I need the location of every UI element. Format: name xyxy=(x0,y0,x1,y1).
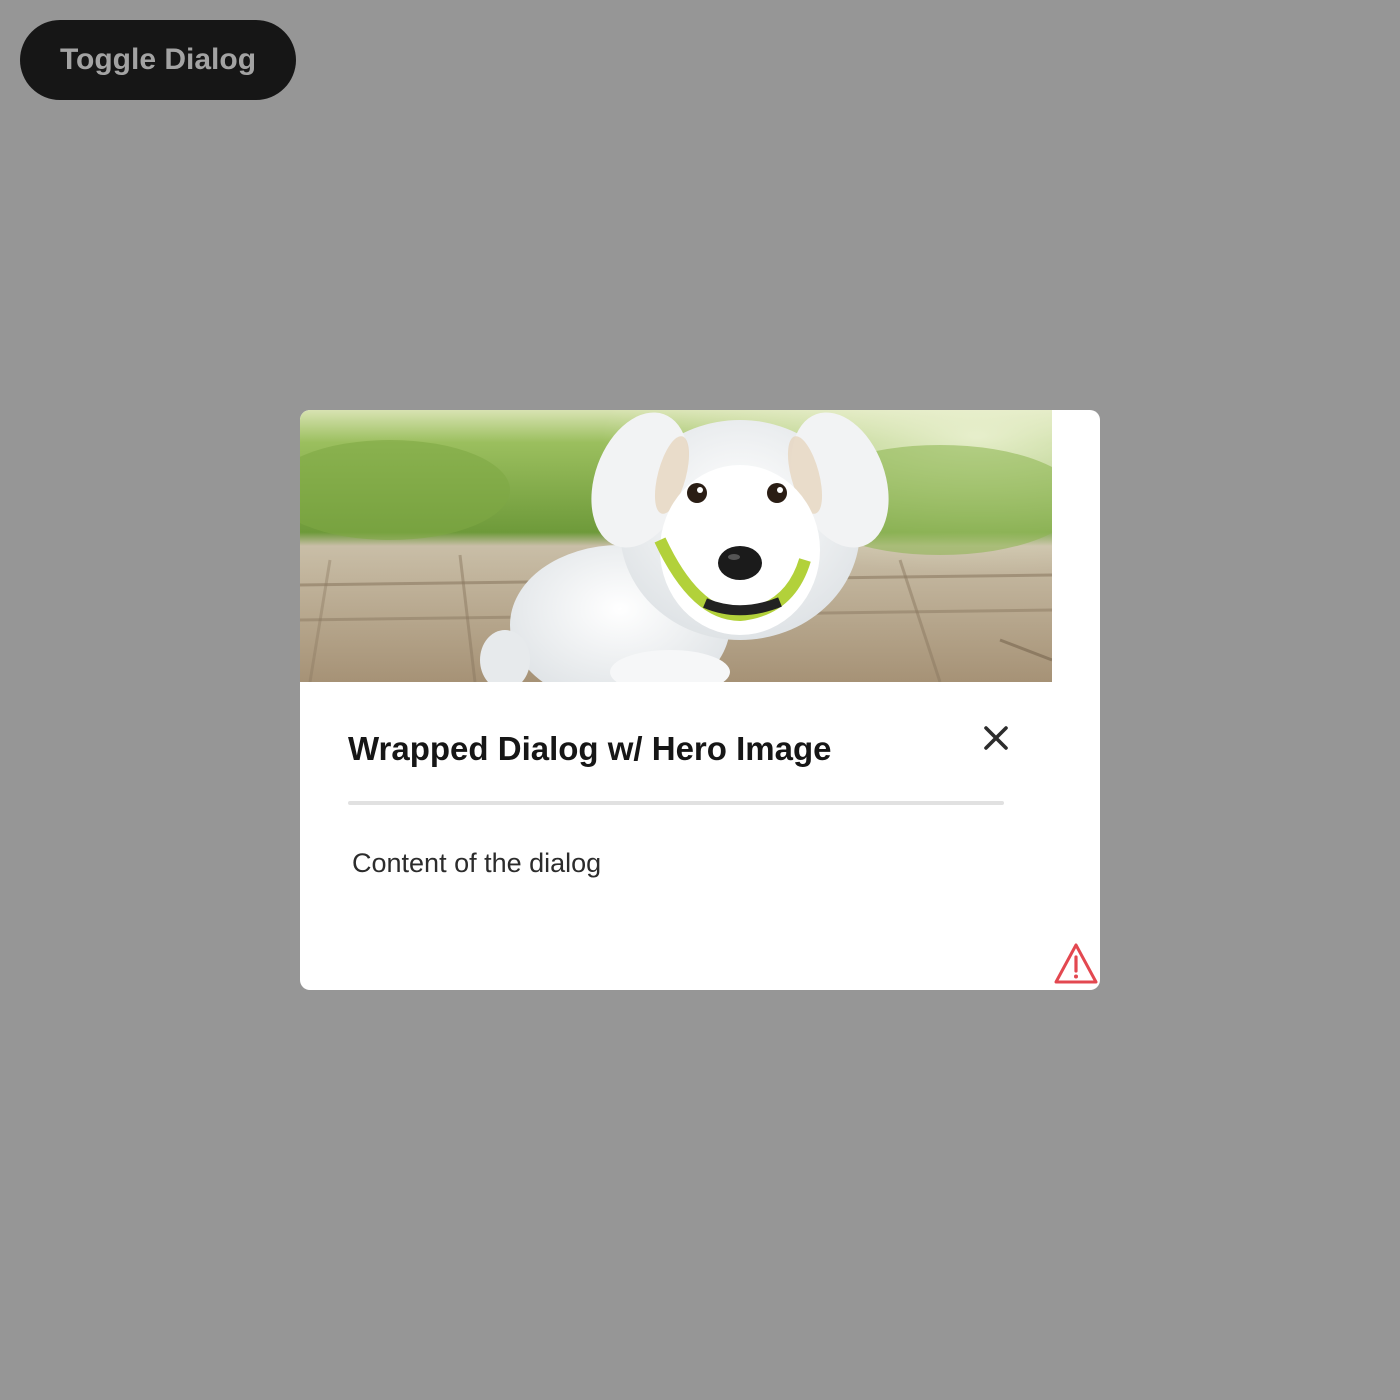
dialog-title: Wrapped Dialog w/ Hero Image xyxy=(348,730,832,767)
dialog-content: Content of the dialog xyxy=(352,848,602,878)
hero-image xyxy=(300,410,1052,682)
close-icon xyxy=(984,726,1008,750)
page-backdrop: Toggle Dialog Wrapped Dialog w/ Hero Ima… xyxy=(0,0,1400,1400)
close-button[interactable] xyxy=(974,716,1018,760)
dialog-divider xyxy=(348,801,1004,805)
toggle-dialog-button[interactable]: Toggle Dialog xyxy=(20,20,296,100)
alert-triangle-icon xyxy=(1054,943,1098,984)
dialog: Wrapped Dialog w/ Hero Image Content of … xyxy=(300,410,1100,990)
